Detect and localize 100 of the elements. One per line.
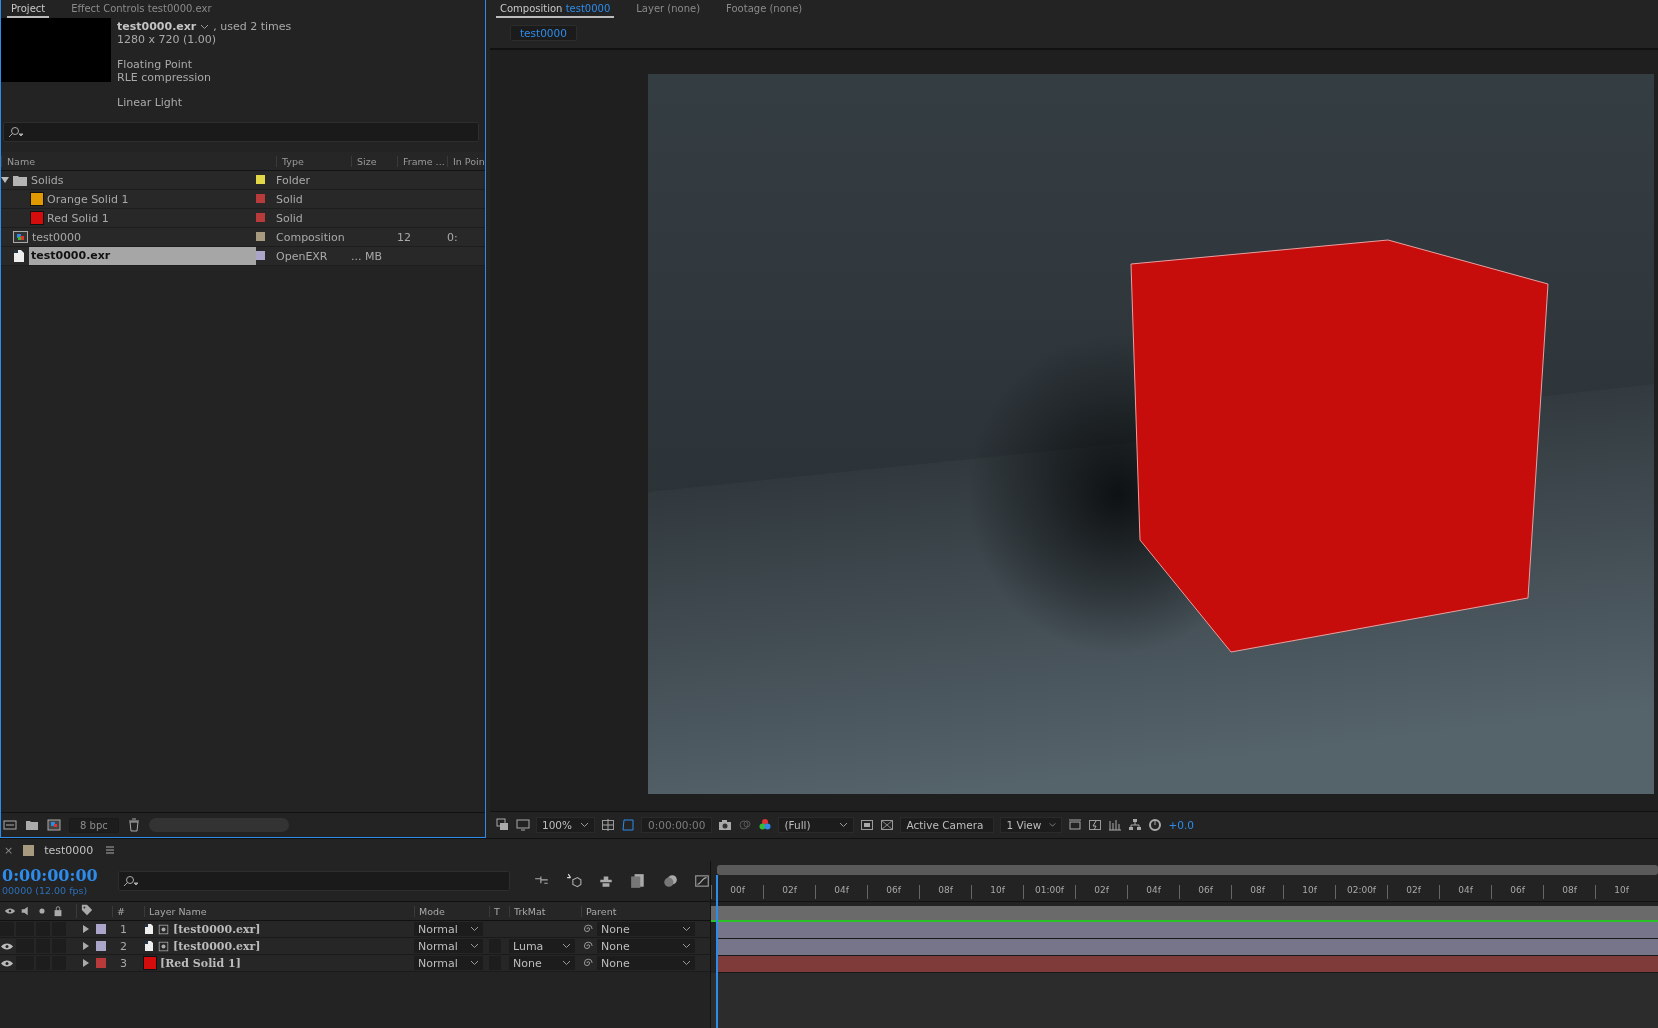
draft-3d-icon[interactable] [566,873,582,889]
caret-icon [1049,822,1057,828]
project-item[interactable]: test0000 Composition 12 0: [1,228,485,247]
camera-icon[interactable] [718,818,733,832]
frame-blending-icon[interactable] [630,873,646,889]
current-time-display[interactable]: 0:00:00:00 [2,866,98,885]
current-time-display[interactable]: 0:00:00:00 [641,817,713,833]
layer-name[interactable]: [test0000.exr] [173,939,261,953]
viewer-tab[interactable]: Layer (none) [632,0,705,18]
fast-preview-icon[interactable] [1088,818,1103,832]
layer-search-field[interactable] [117,871,510,891]
search-icon[interactable] [8,126,24,138]
always-preview-icon[interactable] [496,818,510,832]
caret-icon [470,926,479,932]
pixel-aspect-icon[interactable] [1068,818,1083,832]
layer-switch-icon[interactable] [158,923,169,935]
blend-mode-dropdown[interactable]: Normal [414,922,483,936]
panel-tab[interactable]: Effect Controls test0000.exr [67,0,216,18]
camera-view-dropdown[interactable]: Active Camera [900,817,995,833]
column-header[interactable]: Mode [414,905,489,917]
expand-triangle-icon[interactable] [82,959,90,967]
column-header[interactable]: Layer Name [144,905,414,917]
timeline-icon[interactable] [1108,818,1123,832]
blend-mode-dropdown[interactable]: Normal [414,956,483,970]
layer-number: 3 [120,956,127,970]
folder-icon[interactable] [25,818,39,832]
item-name: test0000.exr [29,247,256,265]
timeline-tab[interactable]: test0000 [44,843,94,857]
ruler-label: 08f [919,885,971,899]
view-layout-dropdown[interactable]: 1 View [1000,817,1063,833]
label-tag-icon[interactable] [81,904,93,916]
monitor-icon[interactable] [516,818,530,832]
project-item[interactable]: test0000.exr OpenEXR ... MB [1,247,485,266]
project-item[interactable]: Orange Solid 1 Solid [1,190,485,209]
expand-triangle-icon[interactable] [82,925,90,933]
color-channels-icon[interactable] [758,818,773,832]
region-of-interest-icon[interactable] [860,818,875,832]
layer-row[interactable]: 2 [test0000.exr] Normal Luma None [0,938,710,955]
column-header[interactable]: In Poin [447,155,487,167]
layer-row[interactable]: 3 [Red Solid 1] Normal None None [0,955,710,972]
exposure-value[interactable]: +0.0 [1168,819,1194,831]
layer-name[interactable]: [test0000.exr] [173,922,261,936]
project-item[interactable]: Red Solid 1 Solid [1,209,485,228]
column-header[interactable]: TrkMat [509,905,581,917]
expand-triangle-icon[interactable] [82,942,90,950]
column-header[interactable]: Parent [581,905,701,917]
new-composition-icon[interactable] [47,818,61,832]
layer-switch-icon[interactable] [158,940,169,952]
viewer-tab[interactable]: Footage (none) [722,0,807,18]
bit-depth-button[interactable]: 8 bpc [69,817,119,833]
pick-whip-icon[interactable] [581,957,593,969]
graph-editor-icon[interactable] [694,873,710,889]
magnification-dropdown[interactable]: 100% [536,817,596,833]
parent-dropdown[interactable]: None [597,956,695,970]
column-header[interactable]: Size [351,155,397,167]
safe-margins-icon[interactable] [601,818,616,832]
ruler-label: 06f [1491,885,1543,899]
pick-whip-icon[interactable] [581,923,593,935]
eye-icon[interactable] [1,958,13,968]
eye-icon[interactable] [1,941,13,951]
resolution-dropdown[interactable]: (Full) [778,817,855,833]
caret-icon [562,960,571,966]
composition-breadcrumb[interactable]: test0000 [510,25,577,41]
project-search-field[interactable] [3,122,479,142]
column-header[interactable]: Frame ... [397,155,447,167]
column-header[interactable]: T [489,905,509,917]
layer-name[interactable]: [Red Solid 1] [160,956,241,970]
ruler-label: 08f [1231,885,1283,899]
reset-exposure-icon[interactable] [1148,818,1163,832]
column-header[interactable]: Type [276,155,351,167]
column-header[interactable]: Name [1,155,256,167]
track-matte-dropdown[interactable]: Luma [509,939,575,953]
pick-whip-icon[interactable] [581,940,593,952]
layer-row[interactable]: 1 [test0000.exr] Normal None [0,921,710,938]
track-matte-dropdown[interactable]: None [509,956,575,970]
mask-outline-icon[interactable] [621,818,636,832]
parent-dropdown[interactable]: None [597,922,695,936]
transparency-grid-icon[interactable] [880,818,895,832]
search-icon[interactable] [122,875,139,887]
interpret-footage-icon[interactable] [3,818,17,832]
lock-icon[interactable] [52,905,64,917]
ruler-label: 04f [815,885,867,899]
project-item[interactable]: Solids Folder [1,171,485,190]
layer-number: 2 [120,939,127,953]
item-type: OpenEXR [276,249,329,263]
caret-icon [682,943,691,949]
viewer-tab[interactable]: Composition test0000 [496,0,615,18]
caret-icon [839,822,849,828]
trash-icon[interactable] [126,818,141,832]
layer-duration-bar[interactable] [717,939,1658,956]
shy-layers-icon[interactable] [598,873,614,889]
layer-duration-bar[interactable] [717,922,1658,939]
expand-triangle-icon[interactable] [1,176,9,184]
blend-mode-dropdown[interactable]: Normal [414,939,483,953]
flowchart-icon[interactable] [1128,818,1143,832]
column-header[interactable]: # [112,905,144,917]
parent-dropdown[interactable]: None [597,939,695,953]
close-icon[interactable]: × [4,843,14,857]
footage-name[interactable]: test0000.exr [117,20,197,33]
motion-blur-icon[interactable] [662,873,678,889]
